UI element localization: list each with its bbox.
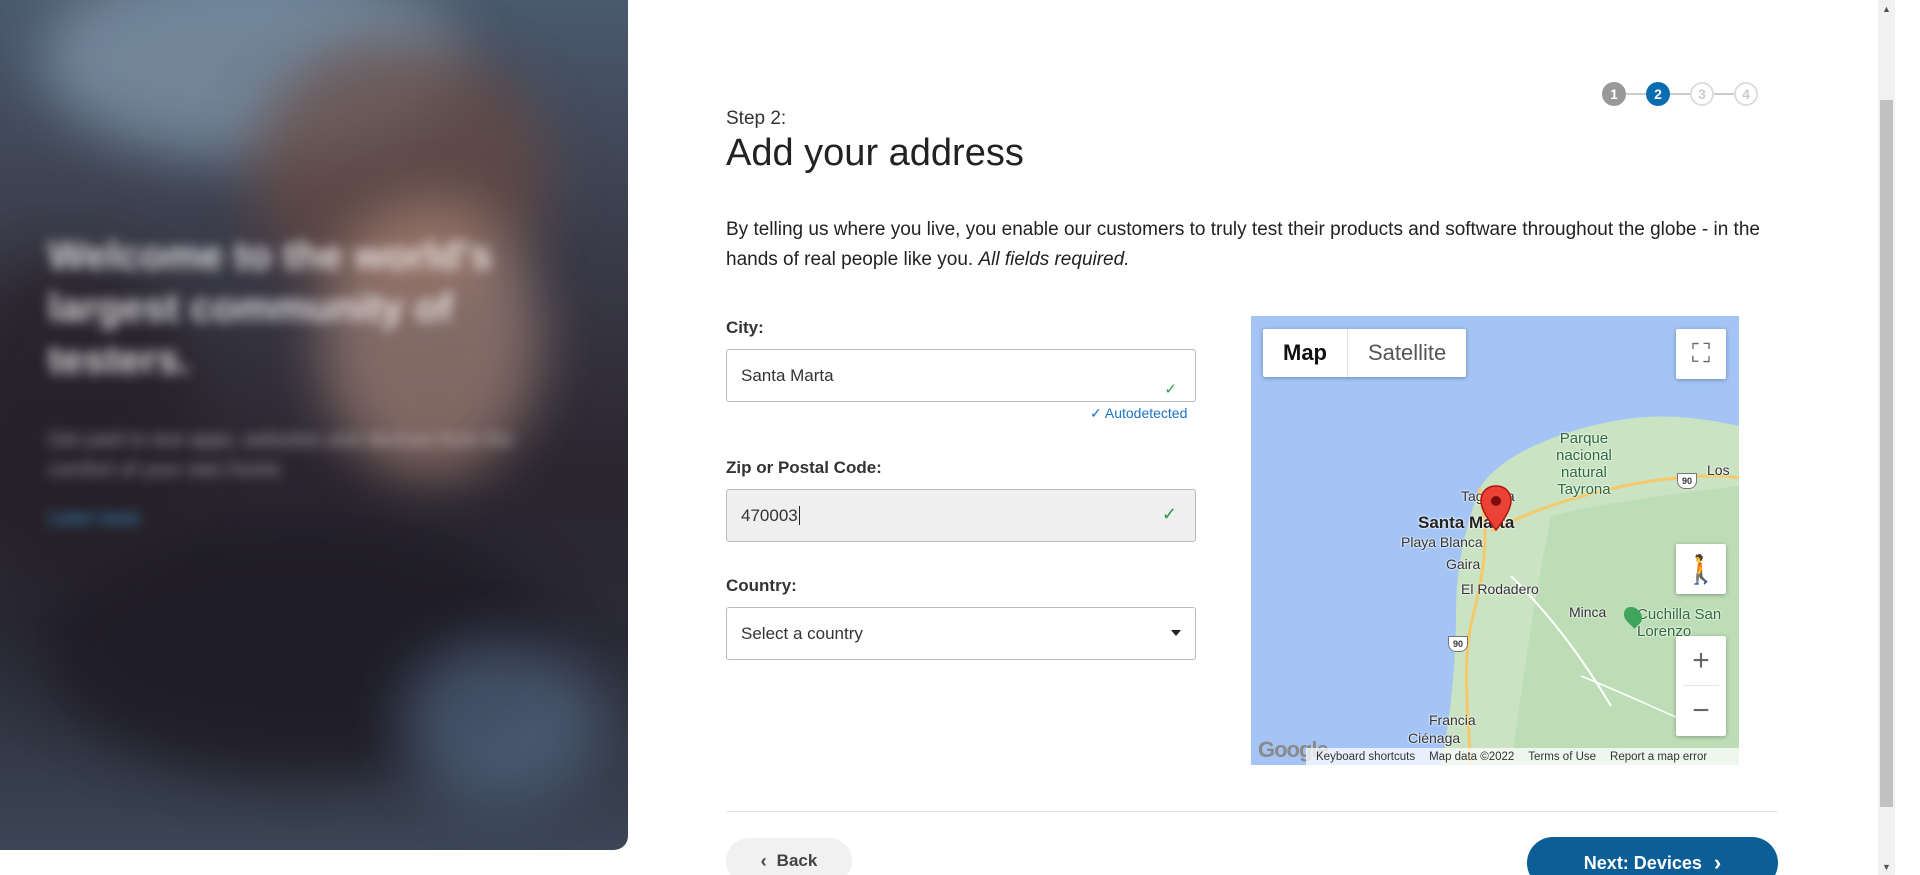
zip-input[interactable]: 470003 ✓ <box>726 489 1196 542</box>
country-placeholder: Select a country <box>741 623 863 643</box>
text-cursor <box>798 506 800 525</box>
page-title: Add your address <box>726 132 1024 174</box>
street-view-pegman-icon[interactable]: 🚶 <box>1676 544 1726 594</box>
map-label-playa-blanca: Playa Blanca <box>1401 534 1483 550</box>
step-2: 2 <box>1646 82 1670 106</box>
location-marker-icon <box>1480 485 1512 532</box>
map[interactable]: Map Satellite ⛶ 🚶 + − Parque nacional na… <box>1251 316 1739 765</box>
intro-text: By telling us where you live, you enable… <box>726 215 1776 275</box>
terms-of-use-link[interactable]: Terms of Use <box>1528 751 1596 763</box>
back-label: Back <box>776 851 818 870</box>
map-terrain <box>1441 416 1739 765</box>
scroll-up-icon[interactable]: ▲ <box>1878 0 1895 17</box>
step-4: 4 <box>1734 82 1758 106</box>
zip-label: Zip or Postal Code: <box>726 458 882 477</box>
route-shield-90-bottom: 90 <box>1448 636 1468 652</box>
keyboard-shortcuts-link[interactable]: Keyboard shortcuts <box>1316 751 1415 763</box>
country-select[interactable]: Select a country <box>726 607 1196 660</box>
divider <box>726 811 1778 812</box>
hero-panel: Welcome to the world's largest community… <box>0 0 628 850</box>
map-label-parque: Parque nacional natural Tayrona <box>1556 430 1612 498</box>
map-data-attribution: Map data ©2022 <box>1429 750 1515 763</box>
check-icon: ✓ <box>1164 381 1177 398</box>
country-label: Country: <box>726 576 797 595</box>
scroll-thumb[interactable] <box>1880 100 1893 807</box>
zip-value: 470003 <box>741 505 798 525</box>
step-1: 1 <box>1602 82 1626 106</box>
zoom-out-icon[interactable]: − <box>1692 686 1710 736</box>
next-label: Next: Devices <box>1583 852 1702 873</box>
map-label-el-rodadero: El Rodadero <box>1461 581 1539 597</box>
map-label-los: Los <box>1707 462 1730 478</box>
scroll-down-icon[interactable]: ▼ <box>1878 858 1895 875</box>
fullscreen-icon[interactable]: ⛶ <box>1676 329 1726 379</box>
caret-down-icon <box>1171 630 1181 636</box>
hero-link[interactable]: Learn more <box>48 508 140 529</box>
city-label: City: <box>726 318 764 337</box>
back-button[interactable]: ‹ Back <box>726 838 852 875</box>
map-label-minca: Minca <box>1569 604 1607 620</box>
intro-required: All fields required. <box>978 249 1130 270</box>
map-type-map-button[interactable]: Map <box>1263 329 1348 377</box>
city-input[interactable]: Santa Marta ✓ <box>726 349 1196 402</box>
route-shield-90-top: 90 <box>1677 473 1697 489</box>
report-map-error-link[interactable]: Report a map error <box>1610 751 1707 763</box>
map-label-cienaga: Ciénaga <box>1408 730 1461 746</box>
step-label: Step 2: <box>726 108 787 129</box>
map-type-toggle: Map Satellite <box>1263 329 1467 377</box>
step-3: 3 <box>1690 82 1714 106</box>
city-value: Santa Marta <box>741 365 834 385</box>
step-indicator: 1 2 3 4 <box>1602 82 1758 106</box>
autodetected-text: Autodetected <box>1104 405 1188 421</box>
zoom-controls: + − <box>1676 636 1726 736</box>
next-devices-button[interactable]: Next: Devices › <box>1527 837 1778 875</box>
chevron-left-icon: ‹ <box>760 850 767 871</box>
map-type-satellite-button[interactable]: Satellite <box>1348 329 1466 377</box>
hero-subtitle: Get paid to test apps, websites and devi… <box>48 429 513 481</box>
map-label-cuchilla: Cuchilla San Lorenzo <box>1637 606 1722 640</box>
map-label-francia: Francia <box>1429 712 1476 728</box>
hero-title: Welcome to the world's largest community… <box>48 234 493 382</box>
autodetected-note: ✓ Autodetected <box>1090 405 1188 421</box>
map-label-gaira: Gaira <box>1446 556 1481 572</box>
map-footer: Keyboard shortcuts Map data ©2022 Terms … <box>1306 748 1739 765</box>
chevron-right-icon: › <box>1713 850 1722 875</box>
check-icon: ✓ <box>1161 504 1177 524</box>
intro-body: By telling us where you live, you enable… <box>726 219 1760 270</box>
zoom-in-icon[interactable]: + <box>1683 636 1719 686</box>
